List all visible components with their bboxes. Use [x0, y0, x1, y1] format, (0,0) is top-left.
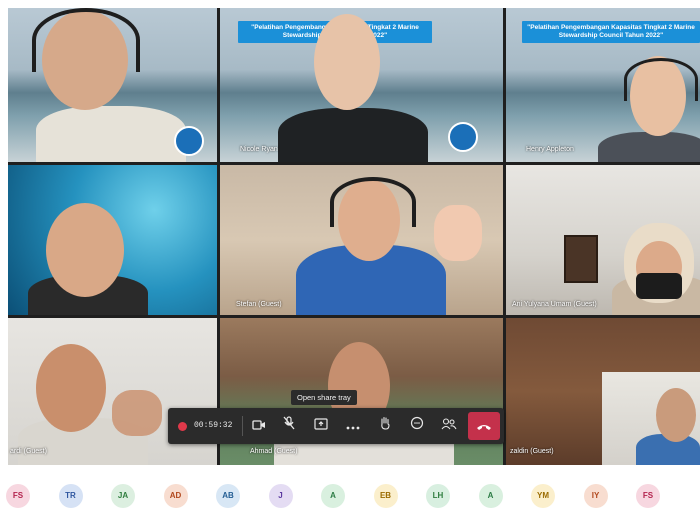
share-tray-tooltip: Open share tray [291, 390, 357, 405]
participant-name: Ani Yulyana Umam (Guest) [512, 301, 597, 308]
share-button[interactable] [310, 416, 332, 436]
msc-logo-icon [174, 126, 204, 156]
video-tile-4[interactable] [8, 165, 217, 315]
participant-avatar[interactable]: AB [216, 484, 240, 508]
video-tile-9[interactable]: zaldin (Guest) [506, 318, 700, 465]
participant-avatar[interactable]: LH [426, 484, 450, 508]
participant-avatar[interactable]: A [321, 484, 345, 508]
share-icon [314, 418, 328, 430]
toolbar-divider [242, 416, 243, 436]
participant-avatar[interactable]: YM [531, 484, 555, 508]
more-button[interactable] [342, 416, 364, 436]
camera-button[interactable] [248, 416, 270, 436]
video-tile-6[interactable]: Ani Yulyana Umam (Guest) [506, 165, 700, 315]
mic-button[interactable] [278, 416, 300, 436]
camera-icon [252, 420, 265, 430]
mic-off-icon [283, 416, 295, 430]
chat-button[interactable] [406, 416, 428, 436]
hang-up-icon [477, 425, 491, 430]
participant-name: Ahmad (Guest) [250, 448, 298, 455]
video-tile-3[interactable]: "Pelatihan Pengembangan Kapasitas Tingka… [506, 8, 700, 162]
participant-name: Stefan (Guest) [236, 301, 282, 308]
raise-hand-icon [381, 416, 390, 430]
participant-name: ardi (Guest) [10, 448, 47, 455]
msc-logo-icon [448, 122, 478, 152]
leave-call-button[interactable] [468, 412, 500, 440]
more-icon [346, 426, 360, 430]
wall-painting [564, 235, 598, 283]
participant-name: Henry Appleton [526, 146, 574, 153]
participant-avatar[interactable]: A [478, 484, 503, 508]
event-banner: "Pelatihan Pengembangan Kapasitas Tingka… [522, 21, 700, 43]
participant-avatar[interactable]: FS [6, 484, 30, 508]
self-view-video[interactable] [602, 372, 700, 465]
recording-indicator-icon [178, 422, 187, 431]
raise-hand-button[interactable] [374, 416, 396, 436]
participant-avatar[interactable]: IY [583, 484, 608, 508]
participant-name: zaldin (Guest) [510, 448, 554, 455]
video-tile-2[interactable]: "Pelatihan Pengembangan Kapasitas Tingka… [220, 8, 503, 162]
participant-avatar[interactable]: JA [111, 484, 135, 508]
participant-avatar-strip: FS TR JA AD AB J A EB LH A YM IY FS [0, 469, 700, 511]
participant-avatar[interactable]: FS [636, 484, 660, 508]
meeting-timer: 00:59:32 [194, 421, 233, 430]
participant-avatar[interactable]: TR [58, 484, 83, 508]
participants-icon [441, 418, 457, 430]
participant-avatar[interactable]: J [268, 484, 293, 508]
participants-button[interactable] [438, 416, 460, 436]
meeting-toolbar: 00:59:32 [168, 408, 504, 444]
participant-avatar[interactable]: AD [163, 484, 188, 508]
video-tile-1[interactable] [8, 8, 217, 162]
participant-avatar[interactable]: EB [373, 484, 398, 508]
video-tile-5[interactable]: Stefan (Guest) [220, 165, 503, 315]
chat-icon [410, 416, 424, 430]
participant-name: Nicole Ryan [240, 146, 278, 153]
